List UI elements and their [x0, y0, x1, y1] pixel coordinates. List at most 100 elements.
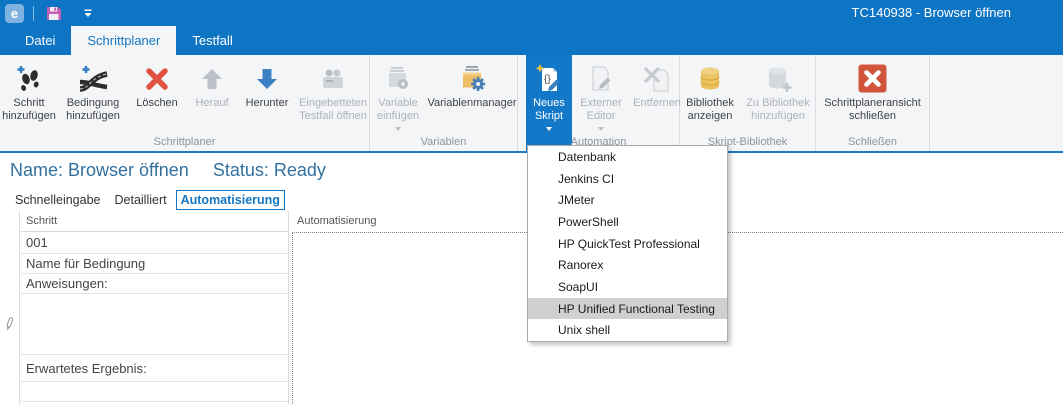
button-label: hinzufügen [2, 110, 56, 123]
ribbon-group-variablen: Variable einfügen [370, 55, 518, 151]
name-value: Browser öffnen [68, 160, 189, 180]
remove-script-icon [642, 64, 672, 94]
button-label: hinzufügen [66, 110, 120, 123]
step-table: Schritt 001 Name für Bedingung Anweisung… [0, 211, 289, 404]
button-label: Externer [580, 97, 622, 110]
button-label: Bedingung [67, 97, 120, 110]
status-label: Status: [213, 160, 269, 180]
button-label: anzeigen [688, 110, 733, 123]
button-label: Testfall öffnen [299, 110, 367, 123]
tab-automatisierung[interactable]: Automatisierung [176, 190, 285, 210]
close-red-x-icon [857, 63, 888, 94]
add-to-library-button: Zu Bibliothek hinzufügen [740, 55, 816, 137]
quick-access-dropdown-button[interactable] [77, 2, 99, 24]
show-library-button[interactable]: Bibliothek anzeigen [680, 55, 740, 137]
button-label: hinzufügen [751, 110, 805, 123]
menu-item-hp-quicktest-professional[interactable]: HP QuickTest Professional [528, 233, 727, 255]
step-row-expected-result-label[interactable]: Erwartetes Ergebnis: [21, 355, 288, 382]
ribbon-group-schliessen: Schrittplaneransicht schließen Schließen [816, 55, 930, 151]
group-label-schrittplaner: Schrittplaner [0, 136, 369, 148]
name-label: Name: [10, 160, 63, 180]
save-floppy-icon [46, 5, 62, 21]
button-label: Eingebetteten [299, 97, 367, 110]
database-add-icon [763, 64, 793, 94]
button-label: Zu Bibliothek [746, 97, 810, 110]
edit-pencil-icon [4, 316, 15, 333]
chevron-down-icon [546, 127, 552, 131]
menu-item-jmeter[interactable]: JMeter [528, 189, 727, 211]
tab-testfall[interactable]: Testfall [176, 26, 248, 55]
step-name-status: Name: Browser öffnen Status: Ready [10, 160, 326, 181]
ribbon-tab-row: Datei Schrittplaner Testfall [0, 26, 1063, 55]
menu-item-datenbank[interactable]: Datenbank [528, 146, 727, 168]
tab-schnelleingabe[interactable]: Schnelleingabe [10, 191, 106, 209]
window-title: TC140938 - Browser öffnen [852, 0, 1011, 26]
button-label: schließen [849, 110, 896, 123]
new-script-icon: {} [533, 63, 565, 95]
quick-access-separator [33, 6, 34, 21]
view-tabs: Schnelleingabe Detailliert Automatisieru… [10, 190, 289, 210]
step-column-header: Schritt [21, 211, 288, 232]
ribbon-group-skript-bibliothek: Bibliothek anzeigen Zu Bibliothek hinzuf… [680, 55, 816, 151]
button-label: Editor [587, 110, 616, 123]
variable-manager-button[interactable]: Variablenmanager [426, 55, 518, 137]
database-icon [695, 64, 725, 94]
step-row-expected-result-body[interactable] [21, 382, 288, 402]
button-label: Löschen [136, 97, 178, 110]
ribbon-group-automation: {} Neues Skript Externer Editor [518, 55, 680, 151]
step-row-instructions-body[interactable] [21, 294, 288, 355]
menu-item-hp-unified-functional-testing[interactable]: HP Unified Functional Testing [528, 298, 727, 320]
ribbon-empty-space [930, 55, 1063, 151]
menu-item-powershell[interactable]: PowerShell [528, 211, 727, 233]
external-editor-button: Externer Editor [572, 55, 630, 137]
add-step-button[interactable]: Schritt hinzufügen [0, 55, 58, 137]
button-label: Bibliothek [686, 97, 734, 110]
arrow-down-icon [252, 64, 282, 94]
footprints-add-icon [14, 64, 44, 94]
ribbon-group-schrittplaner: Schritt hinzufügen Bedingung hinzufügen … [0, 55, 370, 151]
group-label-schliessen: Schließen [816, 136, 929, 148]
tab-schrittplaner[interactable]: Schrittplaner [71, 26, 176, 55]
insert-variable-button: Variable einfügen [370, 55, 426, 137]
button-label: Skript [535, 110, 563, 123]
menu-item-soapui[interactable]: SoapUI [528, 276, 727, 298]
step-row-instructions-label[interactable]: Anweisungen: [21, 274, 288, 294]
button-label: Variablenmanager [427, 97, 516, 110]
save-button[interactable] [43, 2, 65, 24]
ribbon: Schritt hinzufügen Bedingung hinzufügen … [0, 55, 1063, 153]
red-x-icon [142, 64, 172, 94]
title-bar: e TC140938 - Browser öffnen [0, 0, 1063, 26]
move-down-button[interactable]: Herunter [238, 55, 296, 137]
embedded-testcase-icon [318, 64, 348, 94]
close-step-planner-view-button[interactable]: Schrittplaneransicht schließen [818, 55, 928, 137]
button-label: Schrittplaneransicht [824, 97, 921, 110]
step-table-gutter [0, 211, 20, 404]
button-label: Herunter [246, 97, 289, 110]
arrow-up-icon [197, 64, 227, 94]
menu-item-jenkins-ci[interactable]: Jenkins CI [528, 168, 727, 190]
chevron-down-icon [83, 9, 93, 18]
step-row-condition-name[interactable]: Name für Bedingung [21, 254, 288, 274]
add-condition-button[interactable]: Bedingung hinzufügen [58, 55, 128, 137]
remove-script-button: Entfernen [630, 55, 684, 137]
menu-item-unix-shell[interactable]: Unix shell [528, 319, 727, 341]
tab-datei[interactable]: Datei [9, 26, 71, 55]
button-label: einfügen [377, 110, 419, 123]
button-label: Herauf [195, 97, 228, 110]
move-up-button: Herauf [186, 55, 238, 137]
step-row-number[interactable]: 001 [21, 232, 288, 254]
button-label: Variable [378, 97, 418, 110]
branch-add-icon [77, 64, 109, 94]
group-label-variablen: Variablen [370, 136, 517, 148]
menu-item-ranorex[interactable]: Ranorex [528, 254, 727, 276]
svg-text:{}: {} [544, 74, 551, 85]
chevron-down-icon [598, 127, 604, 131]
open-embedded-testcase-button: Eingebetteten Testfall öffnen [296, 55, 370, 137]
new-script-dropdown-menu: Datenbank Jenkins CI JMeter PowerShell H… [527, 145, 728, 342]
tab-detailliert[interactable]: Detailliert [110, 191, 172, 209]
step-column: Schritt 001 Name für Bedingung Anweisung… [21, 211, 288, 402]
external-editor-icon [586, 64, 616, 94]
delete-step-button[interactable]: Löschen [128, 55, 186, 137]
app-logo-icon[interactable]: e [5, 4, 24, 23]
button-label: Schritt [13, 97, 44, 110]
